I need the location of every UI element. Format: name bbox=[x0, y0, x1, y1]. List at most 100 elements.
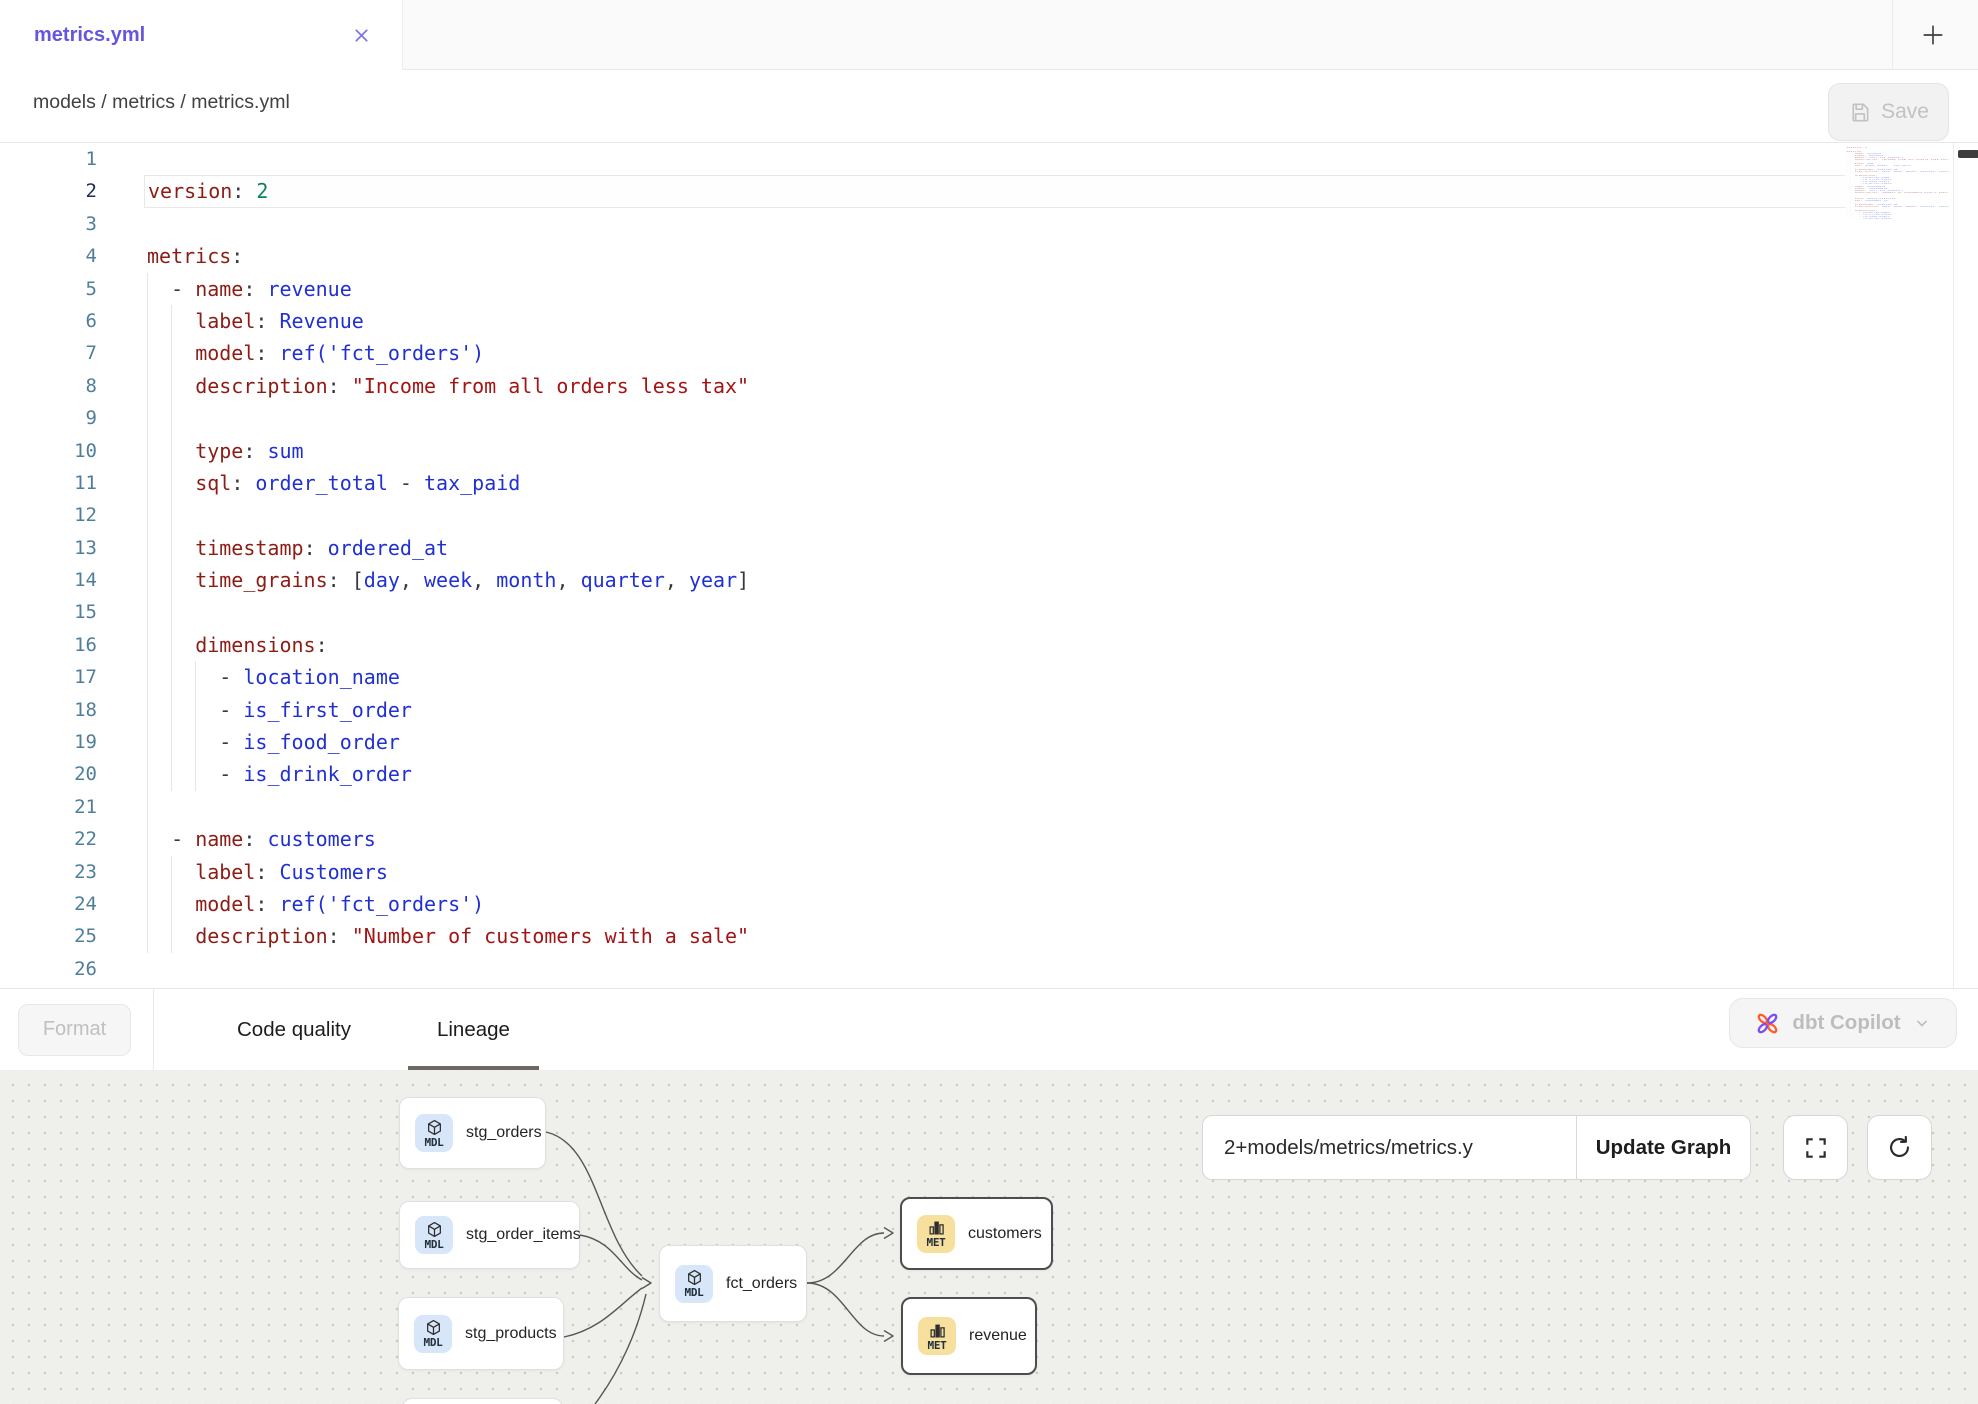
line-number: 8 bbox=[0, 370, 105, 402]
indent-guide bbox=[147, 499, 148, 531]
line-content[interactable]: version: 2 bbox=[144, 175, 1845, 207]
save-label: Save bbox=[1881, 100, 1929, 124]
indent-guide bbox=[147, 273, 148, 305]
line-content[interactable]: metrics: bbox=[144, 240, 1845, 272]
tab-lineage[interactable]: Lineage bbox=[408, 989, 539, 1070]
line-content[interactable]: type: sum bbox=[144, 435, 1845, 467]
save-button[interactable]: Save bbox=[1828, 83, 1949, 141]
code-line[interactable]: 11 sql: order_total - tax_paid bbox=[0, 467, 1845, 499]
code-line[interactable]: 14time_grains: [day, week, month, quarte… bbox=[0, 564, 1845, 596]
code-line[interactable]: 8 description: "Income from all orders le… bbox=[0, 370, 1845, 402]
code-line[interactable]: 10type: sum bbox=[0, 435, 1845, 467]
lineage-node-revenue[interactable]: METrevenue bbox=[901, 1297, 1037, 1375]
line-content[interactable]: - is_first_order bbox=[144, 694, 1845, 726]
fullscreen-button[interactable] bbox=[1783, 1115, 1848, 1180]
node-label: revenue bbox=[969, 1327, 1027, 1345]
code-line[interactable]: 16dimensions: bbox=[0, 629, 1845, 661]
line-number: 13 bbox=[0, 532, 105, 564]
code-line[interactable]: 15 bbox=[0, 596, 1845, 628]
lineage-selector-input[interactable] bbox=[1203, 1116, 1576, 1179]
line-content[interactable] bbox=[144, 143, 1845, 175]
minimap[interactable]: 12version: 234metrics:5- name: revenue6l… bbox=[1845, 145, 1953, 575]
code-line[interactable]: 24model: ref('fct_orders') bbox=[0, 888, 1845, 920]
line-content[interactable] bbox=[144, 402, 1845, 434]
code-line[interactable]: 26 bbox=[0, 953, 1845, 985]
line-number: 12 bbox=[0, 499, 105, 531]
line-content[interactable]: - is_drink_order bbox=[144, 758, 1845, 790]
new-tab-button[interactable] bbox=[1911, 13, 1955, 57]
line-content[interactable]: model: ref('fct_orders') bbox=[144, 888, 1845, 920]
code-editor[interactable]: 12version: 234metrics:5- name: revenue6l… bbox=[0, 143, 1978, 988]
line-number: 22 bbox=[0, 823, 105, 855]
line-content[interactable] bbox=[144, 791, 1845, 823]
line-content[interactable] bbox=[144, 596, 1845, 628]
lineage-node-fct_orders[interactable]: MDLfct_orders bbox=[659, 1245, 807, 1322]
code-line[interactable]: 38- is_drink_order bbox=[1845, 217, 1953, 219]
dbt-copilot-button[interactable]: dbt Copilot bbox=[1729, 998, 1957, 1048]
metric-bars-icon bbox=[929, 1322, 946, 1339]
code-line[interactable]: 18- is_first_order bbox=[0, 694, 1845, 726]
code-line[interactable]: 21 bbox=[0, 791, 1845, 823]
scrollbar-handle[interactable] bbox=[1958, 150, 1978, 158]
lineage-node-hidden_model[interactable]: MDL bbox=[402, 1398, 563, 1404]
lineage-canvas[interactable]: MDLstg_orders MDLstg_order_items MDLstg_pr… bbox=[0, 1070, 1978, 1404]
close-icon[interactable] bbox=[351, 25, 372, 46]
tab-metrics-yml[interactable]: metrics.yml bbox=[0, 0, 403, 70]
indent-guide bbox=[195, 726, 196, 758]
line-content[interactable]: label: Customers bbox=[144, 856, 1845, 888]
line-content[interactable] bbox=[144, 499, 1845, 531]
line-content[interactable] bbox=[144, 953, 1845, 985]
line-content[interactable]: - is_drink_order bbox=[1846, 217, 1953, 219]
code-line[interactable]: 12 bbox=[0, 499, 1845, 531]
line-content[interactable]: description: "Income from all orders les… bbox=[144, 370, 1845, 402]
code-line[interactable]: 19- is_food_order bbox=[0, 726, 1845, 758]
code-line[interactable]: 13 timestamp: ordered_at bbox=[0, 532, 1845, 564]
line-content[interactable]: - location_name bbox=[144, 661, 1845, 693]
save-icon bbox=[1848, 101, 1871, 124]
code-line[interactable]: 17- location_name bbox=[0, 661, 1845, 693]
line-content[interactable]: - name: revenue bbox=[144, 273, 1845, 305]
code-line[interactable]: 23 label: Customers bbox=[0, 856, 1845, 888]
breadcrumb: models / metrics / metrics.yml bbox=[33, 91, 290, 114]
code-line[interactable]: 1 bbox=[0, 143, 1845, 175]
line-number: 11 bbox=[0, 467, 105, 499]
line-number: 15 bbox=[0, 596, 105, 628]
metric-badge: MET bbox=[917, 1215, 955, 1253]
lineage-node-customers[interactable]: METcustomers bbox=[900, 1197, 1053, 1270]
code-line[interactable]: 20- is_drink_order bbox=[0, 758, 1845, 790]
line-number: 23 bbox=[0, 856, 105, 888]
code-line[interactable]: 4metrics: bbox=[0, 240, 1845, 272]
line-content[interactable] bbox=[144, 208, 1845, 240]
lineage-node-stg_order_items[interactable]: MDLstg_order_items bbox=[399, 1201, 580, 1269]
line-content[interactable]: - is_food_order bbox=[144, 726, 1845, 758]
code-line[interactable]: 25description: "Number of customers with… bbox=[0, 920, 1845, 952]
code-line[interactable]: 22 - name: customers bbox=[0, 823, 1845, 855]
lineage-node-stg_products[interactable]: MDLstg_products bbox=[398, 1297, 564, 1370]
refresh-button[interactable] bbox=[1867, 1115, 1932, 1180]
line-content[interactable]: - name: customers bbox=[144, 823, 1845, 855]
code-line[interactable]: 7model: ref('fct_orders') bbox=[0, 337, 1845, 369]
line-content[interactable]: time_grains: [day, week, month, quarter,… bbox=[144, 564, 1845, 596]
line-content[interactable]: model: ref('fct_orders') bbox=[144, 337, 1845, 369]
badge-label: MET bbox=[927, 1236, 946, 1249]
indent-guide bbox=[147, 629, 148, 661]
line-content[interactable]: timestamp: ordered_at bbox=[144, 532, 1845, 564]
code-lines: 12version: 234metrics:5- name: revenue6l… bbox=[0, 143, 1845, 985]
format-button[interactable]: Format bbox=[18, 1004, 131, 1056]
code-line[interactable]: 9 bbox=[0, 402, 1845, 434]
line-content[interactable]: description: "Number of customers with a… bbox=[144, 920, 1845, 952]
line-content[interactable]: label: Revenue bbox=[144, 305, 1845, 337]
indent-guide bbox=[195, 694, 196, 726]
update-graph-button[interactable]: Update Graph bbox=[1576, 1116, 1750, 1179]
breadcrumb-row: models / metrics / metrics.yml Save bbox=[0, 70, 1978, 143]
code-line[interactable]: 5- name: revenue bbox=[0, 273, 1845, 305]
code-line[interactable]: 6label: Revenue bbox=[0, 305, 1845, 337]
line-content[interactable]: dimensions: bbox=[144, 629, 1845, 661]
tab-code-quality[interactable]: Code quality bbox=[208, 989, 380, 1070]
code-line[interactable]: 2version: 2 bbox=[0, 175, 1845, 207]
indent-guide bbox=[171, 661, 172, 693]
code-line[interactable]: 3 bbox=[0, 208, 1845, 240]
line-content[interactable]: sql: order_total - tax_paid bbox=[144, 467, 1845, 499]
indent-guide bbox=[171, 694, 172, 726]
lineage-node-stg_orders[interactable]: MDLstg_orders bbox=[399, 1097, 546, 1169]
